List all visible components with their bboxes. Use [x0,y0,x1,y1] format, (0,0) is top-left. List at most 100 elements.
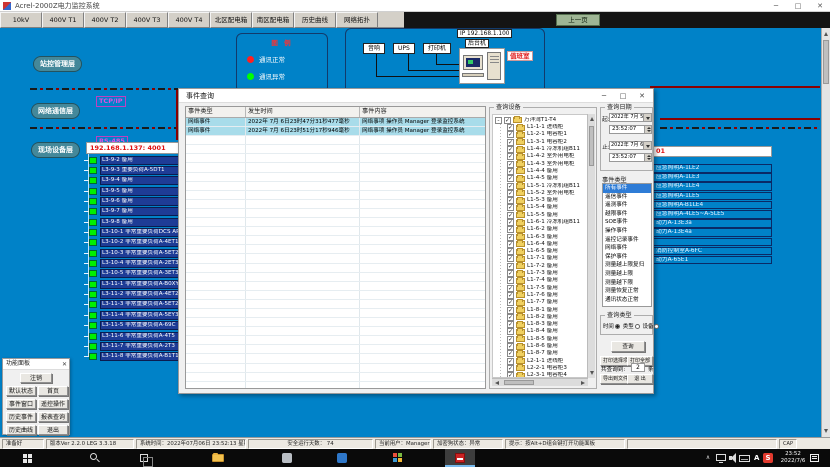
window-minimize-button[interactable]: ─ [766,0,786,12]
event-type-item[interactable]: 测量越下限 [603,279,651,288]
device-label[interactable]: L3-9-7 备用 [100,207,188,216]
checkbox[interactable]: ✓ [507,161,514,168]
tab-网络拓扑[interactable]: 网络拓扑 [336,12,378,28]
event-type-item[interactable]: 遥控记录事件 [603,236,651,245]
column-header[interactable]: 事件类型 [186,107,246,117]
device-label[interactable]: L3-9-3 重要负荷A-5DT1 [100,166,188,175]
device-label[interactable]: L3-10-3 非常重要负荷A-5ET2 [100,249,188,258]
panel-button-报表查询[interactable]: 报表查询 [38,412,68,422]
checkbox[interactable]: ✓ [507,314,514,321]
task-view-icon[interactable] [132,449,156,467]
event-type-item[interactable]: 测量恢复正常 [603,287,651,296]
scrollbar-thumb[interactable] [589,126,594,166]
checkbox[interactable]: ✓ [507,365,514,372]
panel-button-默认状态[interactable]: 默认状态 [6,386,36,396]
event-type-item[interactable]: 测量越上限复归 [603,261,651,270]
radio-option[interactable]: 时间 [603,322,620,330]
event-type-item[interactable]: 保护事件 [603,253,651,262]
checkbox[interactable]: ✓ [507,124,514,131]
checkbox[interactable]: ✓ [507,358,514,365]
checkbox[interactable]: ✓ [507,241,514,248]
checkbox[interactable]: ✓ [507,190,514,197]
event-row[interactable] [186,145,485,154]
event-row[interactable] [186,273,485,282]
scroll-right-icon[interactable] [581,381,585,385]
event-type-item[interactable]: 操作事件 [603,227,651,236]
checkbox[interactable]: ✓ [507,204,514,211]
event-row[interactable] [186,254,485,263]
panel-button-历史曲线[interactable]: 历史曲线 [6,425,36,435]
scroll-left-icon[interactable] [495,381,499,385]
from-time-spinner[interactable]: 23:52:07 [609,125,652,134]
tab-400V T3[interactable]: 400V T3 [126,12,168,28]
radio-option[interactable]: 设备 [643,322,660,330]
to-date-combo[interactable]: 2022年 7月 6日 [609,141,652,150]
column-header[interactable]: 发生时间 [246,107,360,117]
device-label[interactable]: L3-11-2 非常重要负荷A-4ET2 [100,290,188,299]
ime-icon[interactable]: S [763,449,773,467]
panel-button-遥控操作[interactable]: 遥控操作 [38,399,68,409]
pinned-app-icon[interactable] [386,449,410,467]
device-label[interactable]: L3-11-3 非常重要负荷A-5ET2 [100,300,188,309]
pinned-app-icon[interactable] [275,449,299,467]
event-row[interactable] [186,136,485,145]
event-row[interactable] [186,364,485,373]
tree-horizontal-scrollbar[interactable] [492,378,588,386]
checkbox[interactable]: ✓ [507,343,514,350]
checkbox[interactable]: ✓ [507,226,514,233]
device-label[interactable]: L3-10-2 非常重要负荷A-4ET1~A-5ET1 [100,238,188,247]
event-type-item[interactable]: 越限事件 [603,210,651,219]
event-row[interactable] [186,191,485,200]
event-type-item[interactable]: 遥测事件 [603,201,651,210]
network-icon[interactable] [716,449,728,467]
event-type-item[interactable]: 所有事件 [603,184,651,193]
taskbar-clock[interactable]: 23:52 2022/7/6 [774,451,812,465]
event-row[interactable] [186,218,485,227]
device-label[interactable]: L3-11-8 非常重要负荷A-B1T1~A-1T1 [100,352,188,361]
vertical-scrollbar[interactable] [821,28,830,437]
checkbox[interactable]: ✓ [507,153,514,160]
device-label[interactable]: L3-11-5 非常重要负荷A-69C [100,321,188,330]
event-row[interactable] [186,336,485,345]
tab-10kV[interactable]: 10kV [0,12,42,28]
device-label[interactable]: L3-11-4 非常重要负荷A-5EY3 [100,311,188,320]
event-row[interactable] [186,209,485,218]
checkbox[interactable]: ✓ [507,219,514,226]
scroll-down-icon[interactable] [590,371,594,375]
radio-icon[interactable] [635,324,640,329]
file-explorer-icon[interactable] [206,449,230,467]
checkbox[interactable]: ✓ [507,234,514,241]
event-row[interactable] [186,200,485,209]
event-row[interactable] [186,291,485,300]
event-row[interactable] [186,182,485,191]
checkbox[interactable]: ✓ [507,321,514,328]
panel-button-事件窗口[interactable]: 事件窗口 [6,399,36,409]
event-row[interactable] [186,345,485,354]
previous-page-button[interactable]: 上一页 [556,14,600,26]
tab-南区配电箱[interactable]: 南区配电箱 [252,12,294,28]
to-time-spinner[interactable]: 23:52:07 [609,153,652,162]
start-button[interactable] [16,449,40,467]
checkbox[interactable]: ✓ [507,212,514,219]
event-type-item[interactable]: 遥信事件 [603,193,651,202]
tab-400V T1[interactable]: 400V T1 [42,12,84,28]
checkbox[interactable]: ✓ [507,248,514,255]
event-type-item[interactable]: 网络事件 [603,244,651,253]
search-icon[interactable] [82,449,106,467]
checkbox[interactable]: ✓ [507,263,514,270]
query-button[interactable]: 查询 [611,341,645,352]
checkbox[interactable]: ✓ [507,350,514,357]
scroll-up-icon[interactable] [824,32,828,36]
logout-button[interactable]: 注销 [20,373,52,383]
input-language-indicator[interactable]: A [754,449,762,467]
checkbox[interactable]: ✓ [507,336,514,343]
device-label[interactable]: L3-9-6 备用 [100,197,188,206]
checkbox[interactable]: ✓ [507,146,514,153]
touch-keyboard-icon[interactable] [739,449,752,467]
chevron-down-icon[interactable] [643,114,651,121]
tab-北区配电箱[interactable]: 北区配电箱 [210,12,252,28]
checkbox[interactable]: ✓ [507,299,514,306]
radio-option[interactable]: 类型 [623,322,640,330]
checkbox[interactable]: ✓ [507,292,514,299]
notification-center-icon[interactable] [810,449,821,467]
